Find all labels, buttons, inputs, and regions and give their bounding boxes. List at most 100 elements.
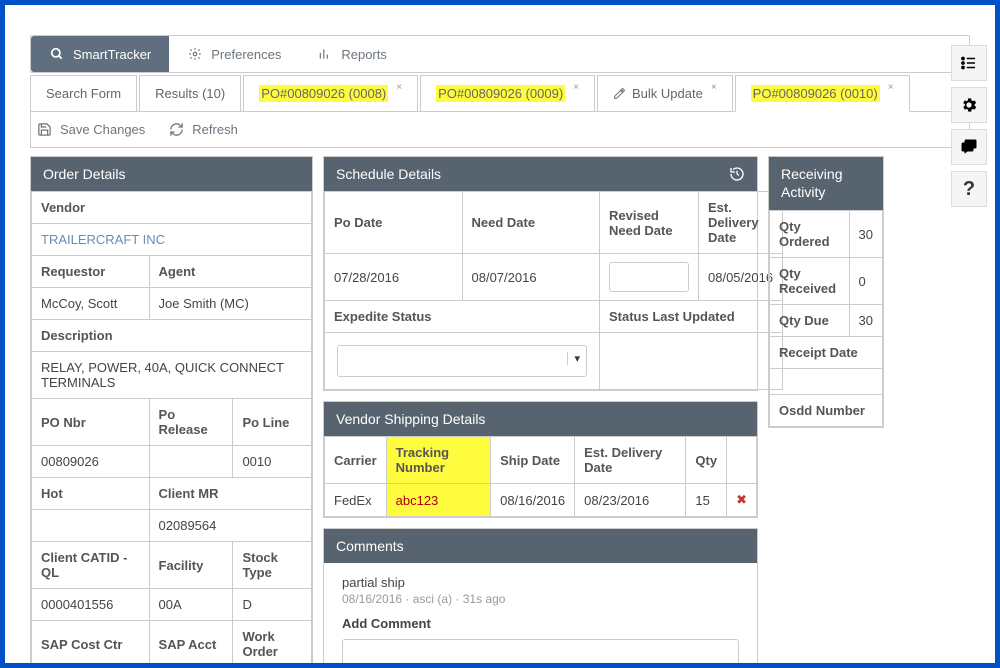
- close-icon[interactable]: ×: [888, 82, 894, 93]
- agent-value: Joe Smith (MC): [149, 288, 311, 320]
- po-line-label: Po Line: [233, 399, 312, 446]
- qty-received-value: 0: [849, 258, 882, 305]
- description-value: RELAY, POWER, 40A, QUICK CONNECT TERMINA…: [32, 352, 312, 399]
- po-nbr-value: 00809026: [32, 446, 150, 478]
- po-date-value: 07/28/2016: [325, 254, 463, 301]
- po-date-label: Po Date: [325, 192, 463, 254]
- chat-icon[interactable]: [951, 129, 987, 165]
- po-nbr-label: PO Nbr: [32, 399, 150, 446]
- right-toolbar: ?: [951, 45, 987, 207]
- ship-est-delivery-value: 08/23/2016: [575, 484, 686, 517]
- save-changes-button[interactable]: Save Changes: [37, 122, 145, 137]
- client-mr-value: 02089564: [149, 510, 311, 542]
- vendor-value[interactable]: TRAILERCRAFT INC: [32, 224, 312, 256]
- refresh-icon: [169, 122, 184, 137]
- qty-due-value: 30: [849, 305, 882, 337]
- hot-label: Hot: [32, 478, 150, 510]
- ship-actions-label: [727, 437, 757, 484]
- panel-title: Vendor Shipping Details: [336, 411, 485, 427]
- nav-reports-label: Reports: [341, 47, 387, 62]
- po-release-label: Po Release: [149, 399, 233, 446]
- client-catid-value: 0000401556: [32, 589, 150, 621]
- top-nav: SmartTracker Preferences Reports: [30, 35, 970, 73]
- tracking-label: Tracking Number: [386, 437, 490, 484]
- add-comment-label: Add Comment: [342, 616, 739, 631]
- revised-need-cell: [600, 254, 699, 301]
- hot-value: [32, 510, 150, 542]
- expedite-select[interactable]: [337, 345, 587, 377]
- delete-shipment-button[interactable]: ✖: [727, 484, 757, 517]
- nav-preferences[interactable]: Preferences: [169, 36, 299, 72]
- refresh-button[interactable]: Refresh: [169, 122, 238, 137]
- tab-label: PO#00809026 (0009): [436, 85, 565, 102]
- tab-po-0008[interactable]: PO#00809026 (0008) ×: [243, 75, 418, 111]
- tab-po-0009[interactable]: PO#00809026 (0009) ×: [420, 75, 595, 111]
- requestor-value: McCoy, Scott: [32, 288, 150, 320]
- qty-due-label: Qty Due: [770, 305, 850, 337]
- ship-qty-value: 15: [686, 484, 727, 517]
- carrier-value: FedEx: [325, 484, 387, 517]
- tab-results[interactable]: Results (10): [139, 75, 241, 111]
- ship-est-delivery-label: Est. Delivery Date: [575, 437, 686, 484]
- nav-reports[interactable]: Reports: [299, 36, 405, 72]
- tab-search-form[interactable]: Search Form: [30, 75, 137, 111]
- refresh-label: Refresh: [192, 122, 238, 137]
- tab-label: PO#00809026 (0008): [259, 85, 388, 102]
- status-updated-label: Status Last Updated: [600, 301, 783, 333]
- carrier-label: Carrier: [325, 437, 387, 484]
- help-icon[interactable]: ?: [951, 171, 987, 207]
- osdd-label: Osdd Number: [770, 395, 883, 427]
- client-mr-label: Client MR: [149, 478, 311, 510]
- gear-icon: [187, 46, 203, 62]
- close-icon[interactable]: ×: [573, 82, 579, 93]
- tracking-value[interactable]: abc123: [386, 484, 490, 517]
- schedule-header: Schedule Details: [324, 157, 757, 191]
- receiving-header: Receiving Activity: [769, 157, 883, 210]
- facility-label: Facility: [149, 542, 233, 589]
- tab-bar: Search Form Results (10) PO#00809026 (00…: [30, 75, 970, 112]
- expedite-cell: [325, 333, 600, 390]
- shipping-panel: Vendor Shipping Details Carrier Tracking…: [323, 401, 758, 518]
- settings-icon[interactable]: [951, 87, 987, 123]
- panel-title: Comments: [336, 538, 404, 554]
- po-release-value: [149, 446, 233, 478]
- tab-bulk-update[interactable]: Bulk Update ×: [597, 75, 733, 111]
- qty-received-label: Qty Received: [770, 258, 850, 305]
- nav-preferences-label: Preferences: [211, 47, 281, 62]
- tab-label: Bulk Update: [632, 86, 703, 101]
- qty-ordered-label: Qty Ordered: [770, 211, 850, 258]
- tab-po-0010[interactable]: PO#00809026 (0010) ×: [735, 75, 910, 112]
- qty-ordered-value: 30: [849, 211, 882, 258]
- comment-input[interactable]: [342, 639, 739, 668]
- shipping-header: Vendor Shipping Details: [324, 402, 757, 436]
- close-icon[interactable]: ×: [711, 82, 717, 93]
- save-label: Save Changes: [60, 122, 145, 137]
- revised-need-input[interactable]: [609, 262, 689, 292]
- order-details-header: Order Details: [31, 157, 312, 191]
- order-details-panel: Order Details Vendor TRAILERCRAFT INC Re…: [30, 156, 313, 668]
- panel-title: Receiving Activity: [781, 166, 871, 201]
- nav-smarttracker[interactable]: SmartTracker: [31, 36, 169, 72]
- comment-text: partial ship: [342, 575, 739, 590]
- bar-chart-icon: [317, 46, 333, 62]
- list-icon[interactable]: [951, 45, 987, 81]
- schedule-panel: Schedule Details Po Date Need Date Revis…: [323, 156, 758, 391]
- facility-value: 00A: [149, 589, 233, 621]
- stock-type-label: Stock Type: [233, 542, 312, 589]
- tab-label: Results (10): [155, 86, 225, 101]
- comments-panel: Comments partial ship 08/16/2016 · asci …: [323, 528, 758, 668]
- receipt-date-value: [770, 369, 883, 395]
- panel-title: Order Details: [43, 166, 125, 182]
- expedite-label: Expedite Status: [325, 301, 600, 333]
- action-bar: Save Changes Refresh: [30, 112, 970, 148]
- tab-label: PO#00809026 (0010): [751, 85, 880, 102]
- agent-label: Agent: [149, 256, 311, 288]
- sap-cost-ctr-label: SAP Cost Ctr: [32, 621, 150, 668]
- panel-title: Schedule Details: [336, 166, 441, 182]
- vendor-label: Vendor: [32, 192, 312, 224]
- client-catid-label: Client CATID - QL: [32, 542, 150, 589]
- history-icon[interactable]: [729, 166, 745, 182]
- close-icon[interactable]: ×: [396, 82, 402, 93]
- sap-acct-label: SAP Acct: [149, 621, 233, 668]
- edit-icon: [613, 87, 626, 100]
